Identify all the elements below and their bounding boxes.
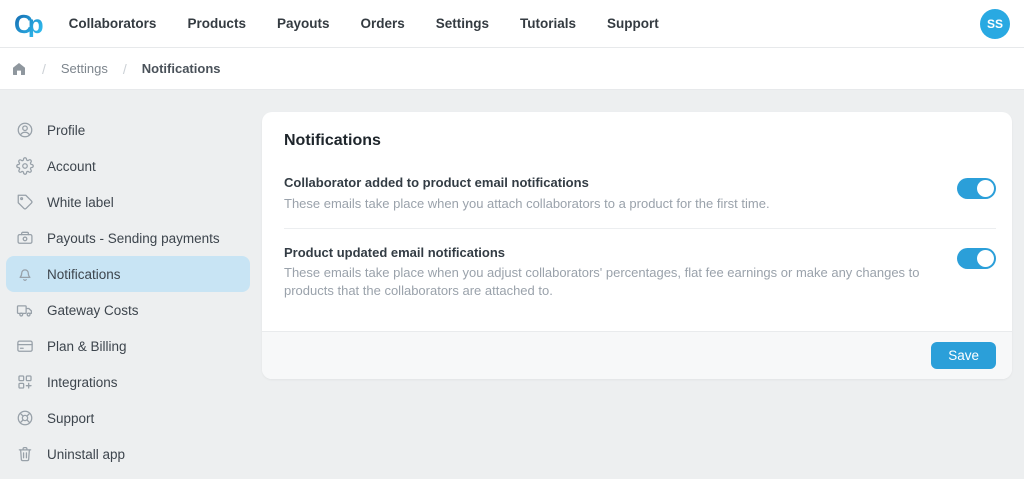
breadcrumb-current-notifications: Notifications xyxy=(142,61,221,76)
gear-icon xyxy=(16,157,34,175)
breadcrumb-separator: / xyxy=(123,61,127,77)
row-divider xyxy=(284,228,996,229)
toggle-knob xyxy=(977,180,994,197)
top-nav: Cp Collaborators Products Payouts Orders… xyxy=(0,0,1024,48)
setting-text: Collaborator added to product email noti… xyxy=(284,174,933,213)
nav-item-collaborators[interactable]: Collaborators xyxy=(69,16,157,31)
grid-plus-icon xyxy=(16,373,34,391)
sidebar-item-label: Account xyxy=(47,159,96,174)
main-panel: Notifications Collaborator added to prod… xyxy=(262,112,1012,379)
setting-description: These emails take place when you adjust … xyxy=(284,264,933,300)
breadcrumb: / Settings / Notifications xyxy=(0,48,1024,90)
home-icon[interactable] xyxy=(11,61,27,77)
product-updated-toggle[interactable] xyxy=(957,248,996,269)
sidebar-item-label: Gateway Costs xyxy=(47,303,139,318)
sidebar-item-white-label[interactable]: White label xyxy=(6,184,250,220)
settings-sidebar: Profile Account White label Payouts - Se… xyxy=(6,112,250,472)
nav-item-payouts[interactable]: Payouts xyxy=(277,16,330,31)
content-area: Profile Account White label Payouts - Se… xyxy=(0,90,1024,472)
trash-icon xyxy=(16,445,34,463)
life-buoy-icon xyxy=(16,409,34,427)
nav-item-settings[interactable]: Settings xyxy=(436,16,489,31)
app-logo[interactable]: Cp xyxy=(14,11,47,37)
sidebar-item-label: Integrations xyxy=(47,375,118,390)
nav-item-products[interactable]: Products xyxy=(187,16,246,31)
sidebar-item-uninstall-app[interactable]: Uninstall app xyxy=(6,436,250,472)
notifications-card: Notifications Collaborator added to prod… xyxy=(262,112,1012,379)
user-avatar[interactable]: SS xyxy=(980,9,1010,39)
user-circle-icon xyxy=(16,121,34,139)
nav-item-support[interactable]: Support xyxy=(607,16,659,31)
bell-icon xyxy=(16,265,34,283)
sidebar-item-account[interactable]: Account xyxy=(6,148,250,184)
banknote-icon xyxy=(16,229,34,247)
toggle-knob xyxy=(977,250,994,267)
setting-row-collaborator-added: Collaborator added to product email noti… xyxy=(284,174,996,213)
sidebar-item-payouts-sending-payments[interactable]: Payouts - Sending payments xyxy=(6,220,250,256)
setting-title: Collaborator added to product email noti… xyxy=(284,174,933,192)
collaborator-added-toggle[interactable] xyxy=(957,178,996,199)
sidebar-item-label: Uninstall app xyxy=(47,447,125,462)
sidebar-item-support[interactable]: Support xyxy=(6,400,250,436)
credit-card-icon xyxy=(16,337,34,355)
sidebar-item-label: Support xyxy=(47,411,94,426)
page-title: Notifications xyxy=(284,132,996,150)
sidebar-item-label: White label xyxy=(47,195,114,210)
sidebar-item-plan-billing[interactable]: Plan & Billing xyxy=(6,328,250,364)
sidebar-item-label: Payouts - Sending payments xyxy=(47,231,220,246)
card-footer: Save xyxy=(262,331,1012,379)
sidebar-item-notifications[interactable]: Notifications xyxy=(6,256,250,292)
breadcrumb-separator: / xyxy=(42,61,46,77)
setting-title: Product updated email notifications xyxy=(284,244,933,262)
sidebar-item-profile[interactable]: Profile xyxy=(6,112,250,148)
notifications-card-body: Notifications Collaborator added to prod… xyxy=(262,112,1012,331)
setting-row-product-updated: Product updated email notifications Thes… xyxy=(284,244,996,301)
setting-description: These emails take place when you attach … xyxy=(284,195,933,213)
sidebar-item-integrations[interactable]: Integrations xyxy=(6,364,250,400)
nav-item-orders[interactable]: Orders xyxy=(360,16,404,31)
tag-icon xyxy=(16,193,34,211)
setting-text: Product updated email notifications Thes… xyxy=(284,244,933,301)
sidebar-item-gateway-costs[interactable]: Gateway Costs xyxy=(6,292,250,328)
sidebar-item-label: Plan & Billing xyxy=(47,339,127,354)
nav-item-tutorials[interactable]: Tutorials xyxy=(520,16,576,31)
save-button[interactable]: Save xyxy=(931,342,996,369)
main-nav: Collaborators Products Payouts Orders Se… xyxy=(69,16,659,31)
truck-icon xyxy=(16,301,34,319)
sidebar-item-label: Profile xyxy=(47,123,85,138)
sidebar-item-label: Notifications xyxy=(47,267,121,282)
breadcrumb-settings[interactable]: Settings xyxy=(61,61,108,76)
